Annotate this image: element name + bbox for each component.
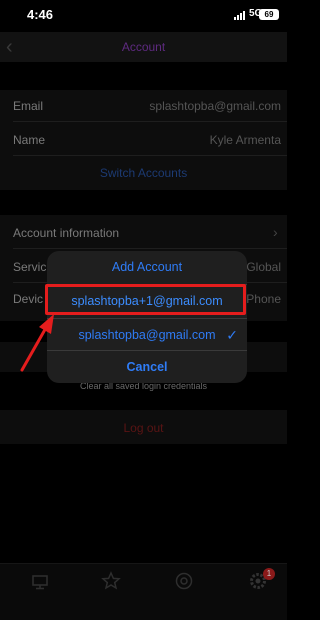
chevron-right-icon: › [273,224,278,240]
account-option-label: splashtopba@gmail.com [78,328,216,342]
switch-accounts-button[interactable]: Switch Accounts [0,166,287,180]
cancel-button[interactable]: Cancel [47,351,247,383]
divider [13,155,287,156]
service-label: Servic [13,260,47,274]
email-label: Email [13,99,44,113]
page-title: Account [121,40,166,54]
email-value: splashtopba@gmail.com [149,99,281,113]
name-label: Name [13,133,46,147]
name-value: Kyle Armenta [209,133,281,147]
status-time: 4:46 [27,7,54,22]
service-value[interactable]: Global [246,260,281,274]
notification-badge: 1 [263,568,275,580]
highlight-box [45,284,246,315]
device-value[interactable]: Phone [246,292,281,306]
logout-button[interactable]: Log out [0,421,287,435]
signal-icon [234,10,248,20]
favorites-tab-icon[interactable] [101,571,121,591]
add-account-title: Add Account [111,260,183,274]
account-option-splashtopba[interactable]: splashtopba@gmail.com ✓ [47,319,247,352]
computers-tab-icon[interactable] [30,572,50,592]
status-bar: 4:46 5G 69 [0,0,287,32]
divider [13,248,287,249]
account-information-item[interactable]: Account information [13,226,119,240]
battery-icon: 69 [259,9,279,20]
support-tab-icon[interactable] [174,571,194,591]
divider [13,121,287,122]
checkmark-icon: ✓ [226,327,238,343]
device-label: Devic [13,292,44,306]
red-arrow-icon [20,314,54,372]
add-account-sheet: Add Account splashtopba+1@gmail.com spla… [47,251,247,383]
